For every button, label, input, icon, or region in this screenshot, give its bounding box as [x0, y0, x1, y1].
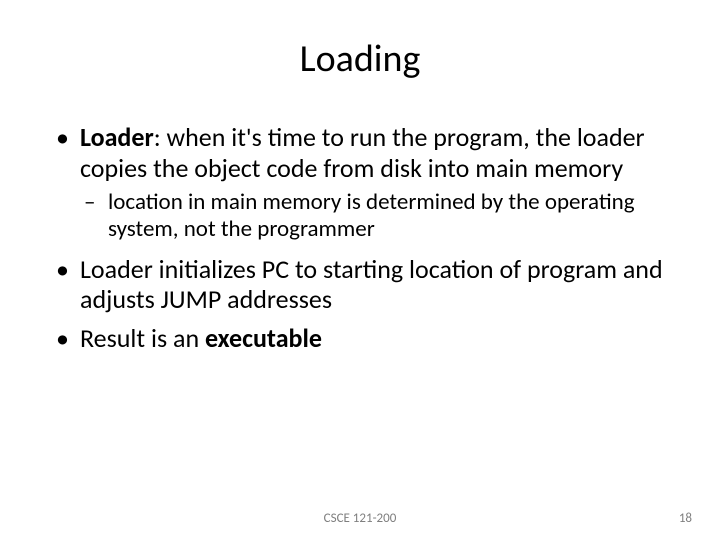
sub-bullet-item: location in main memory is determined by…	[80, 189, 680, 243]
slide-footer: CSCE 121-200 18	[0, 511, 720, 526]
bullet-item: Loader: when it's time to run the progra…	[52, 122, 680, 244]
bullet-text: Result is an	[80, 322, 205, 354]
bullet-bold-prefix: Loader	[80, 121, 154, 153]
footer-course: CSCE 121-200	[324, 511, 397, 526]
bullet-bold-suffix: executable	[205, 322, 322, 354]
bullet-text: : when it's time to run the program, the…	[80, 121, 645, 184]
bullet-list: Loader: when it's time to run the progra…	[52, 122, 680, 354]
bullet-item: Result is an executable	[52, 323, 680, 354]
slide-title: Loading	[40, 36, 680, 82]
sub-bullet-list: location in main memory is determined by…	[80, 189, 680, 243]
bullet-item: Loader initializes PC to starting locati…	[52, 254, 680, 315]
slide-container: Loading Loader: when it's time to run th…	[0, 0, 720, 540]
footer-page-number: 18	[679, 511, 692, 526]
slide-content: Loader: when it's time to run the progra…	[40, 122, 680, 354]
